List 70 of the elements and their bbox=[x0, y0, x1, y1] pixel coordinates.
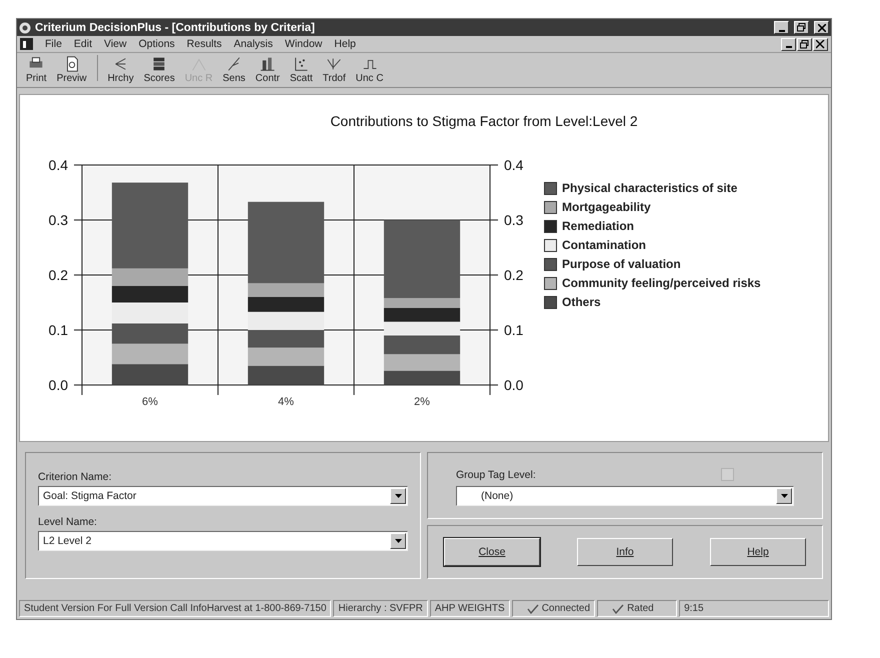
restore-button[interactable] bbox=[794, 21, 809, 34]
menu-item[interactable]: Results bbox=[186, 38, 222, 50]
axis-tick-label: 0.0 bbox=[504, 377, 524, 393]
status-text: Student Version For Full Version Call InfoHarvest at 1-800-869-7150 bbox=[24, 603, 326, 614]
document-icon[interactable] bbox=[20, 38, 33, 50]
status-text: Rated bbox=[627, 603, 654, 614]
menu-item[interactable]: Options bbox=[138, 38, 175, 50]
toolbar-button[interactable]: Print bbox=[23, 55, 50, 84]
axis-tick-label: 0.2 bbox=[504, 267, 524, 283]
group-dropdown[interactable]: (None) bbox=[456, 486, 794, 506]
axis-tick-label: 0.4 bbox=[504, 157, 524, 173]
menu-item[interactable]: Window bbox=[284, 38, 322, 50]
category-label: 2% bbox=[414, 396, 430, 408]
field-label: Level Name: bbox=[38, 516, 98, 528]
menu-item[interactable]: Analysis bbox=[234, 38, 273, 50]
menu-item[interactable]: Edit bbox=[74, 38, 92, 50]
axis-tick-label: 0.3 bbox=[48, 212, 68, 228]
axis-tick-label: 0.1 bbox=[48, 322, 68, 338]
status-text: 9:15 bbox=[684, 603, 704, 614]
legend-label: Purpose of valuation bbox=[562, 257, 681, 271]
minimize-button[interactable] bbox=[781, 38, 796, 50]
legend-label: Contamination bbox=[562, 238, 646, 252]
axis-tick-label: 0.2 bbox=[48, 267, 68, 283]
dialog-button[interactable]: Info bbox=[577, 538, 673, 566]
close-button[interactable] bbox=[814, 21, 829, 34]
minimize-button[interactable] bbox=[774, 21, 789, 34]
axis-tick-label: 0.1 bbox=[504, 322, 524, 338]
field-label: Criterion Name: bbox=[38, 471, 113, 483]
status-text: Connected bbox=[542, 603, 590, 614]
caret-icon bbox=[780, 494, 788, 498]
toolbar-button[interactable]: Scatt bbox=[286, 55, 316, 84]
menu-item[interactable]: View bbox=[104, 38, 127, 50]
toolbar-button[interactable]: Trdof bbox=[320, 55, 349, 84]
toolbar-button[interactable]: Hrchy bbox=[104, 55, 137, 84]
caret-icon bbox=[394, 494, 402, 498]
toolbar-button[interactable]: Previw bbox=[54, 55, 90, 84]
minimize-icon bbox=[778, 30, 784, 32]
check-icon bbox=[612, 604, 624, 614]
close-button[interactable] bbox=[813, 38, 828, 50]
category-label: 4% bbox=[278, 396, 294, 408]
restore-button[interactable] bbox=[797, 38, 812, 50]
status-text: Hierarchy : SVFPR bbox=[338, 603, 423, 614]
check-icon bbox=[526, 604, 539, 614]
legend-label: Remediation bbox=[562, 219, 634, 233]
minimize-icon bbox=[786, 46, 792, 48]
legend-label: Mortgageability bbox=[562, 200, 651, 214]
criterion-dropdown[interactable]: Goal: Stigma Factor bbox=[38, 486, 408, 506]
level-dropdown[interactable]: L2 Level 2 bbox=[38, 531, 408, 551]
category-label: 6% bbox=[142, 396, 158, 408]
toolbar-button[interactable]: Unc C bbox=[352, 55, 386, 84]
caret-icon bbox=[394, 539, 402, 543]
dialog-button[interactable]: Close bbox=[444, 538, 540, 566]
legend-label: Community feeling/perceived risks bbox=[562, 276, 761, 290]
chart-title: Contributions to Stigma Factor from Level:Level 2 bbox=[329, 113, 639, 129]
menu-item[interactable]: File bbox=[45, 38, 62, 50]
axis-tick-label: 0.0 bbox=[48, 377, 68, 393]
axis-tick-label: 0.3 bbox=[504, 212, 524, 228]
close-icon bbox=[818, 24, 826, 32]
dialog-button[interactable]: Help bbox=[710, 538, 806, 566]
window-title: Criterium DecisionPlus - [Contributions by Criteria] bbox=[35, 22, 316, 34]
toolbar-button[interactable]: Contr bbox=[252, 55, 283, 84]
menu-item[interactable]: Help bbox=[334, 38, 356, 50]
toolbar-button[interactable]: Scores bbox=[140, 55, 178, 84]
legend-label: Physical characteristics of site bbox=[562, 181, 738, 195]
legend-label: Others bbox=[562, 295, 601, 309]
toolbar-button[interactable]: Sens bbox=[220, 55, 248, 84]
status-text: AHP WEIGHTS bbox=[434, 603, 505, 614]
axis-tick-label: 0.4 bbox=[48, 157, 68, 173]
field-label: Group Tag Level: bbox=[456, 469, 537, 481]
close-icon bbox=[816, 40, 825, 48]
